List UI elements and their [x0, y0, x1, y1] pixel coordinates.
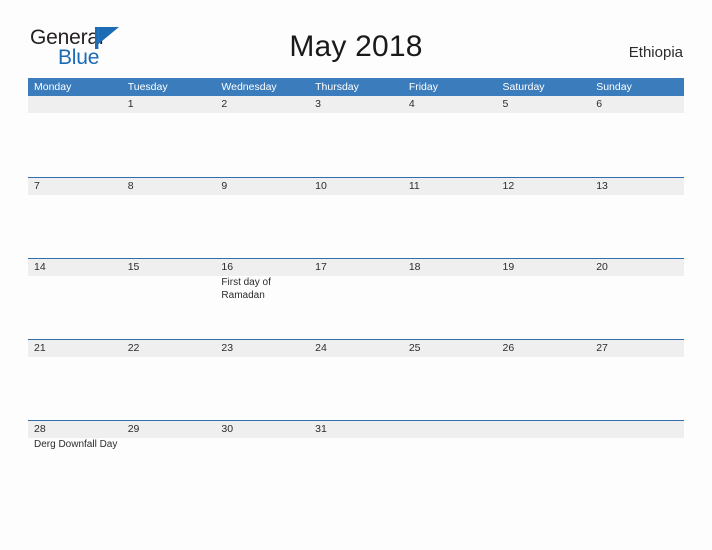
day-number: 12 [502, 180, 515, 192]
day-number: 5 [502, 98, 509, 110]
day-cell[interactable]: 11 [403, 178, 497, 258]
day-number: 10 [315, 180, 327, 192]
day-cell[interactable]: 5 [497, 96, 591, 177]
day-cell[interactable]: 7 [28, 178, 122, 258]
day-cell[interactable]: 2 [215, 96, 309, 177]
calendar-week-row: 1 2 3 4 5 6 [28, 96, 684, 177]
day-number: 29 [127, 423, 140, 435]
day-cell[interactable]: 19 [497, 259, 591, 339]
day-cell-empty [403, 421, 497, 501]
weekday-header-monday: Monday [34, 81, 72, 93]
calendar-week-row: 14 15 16 First day of Ramadan 17 18 19 20 [28, 258, 684, 339]
calendar-week-row: 21 22 23 24 25 26 27 [28, 339, 684, 420]
day-cell[interactable]: 1 [122, 96, 216, 177]
weekday-header-sunday: Sunday [596, 81, 632, 93]
day-cell[interactable]: 28 Derg Downfall Day [28, 421, 122, 501]
day-number: 3 [315, 98, 321, 110]
day-cell[interactable]: 31 [309, 421, 403, 501]
day-number: 20 [596, 261, 608, 273]
calendar-week-row: 7 8 9 10 11 12 13 [28, 177, 684, 258]
day-cell[interactable]: 12 [497, 178, 591, 258]
day-cell-group: 28 Derg Downfall Day 29 30 31 [28, 421, 684, 501]
day-number: 14 [34, 261, 46, 273]
country-label: Ethiopia [628, 44, 683, 61]
day-number: 27 [596, 342, 608, 354]
day-cell[interactable]: 16 First day of Ramadan [215, 259, 309, 339]
day-number: 18 [408, 261, 421, 273]
day-number: 21 [34, 342, 46, 354]
day-cell[interactable]: 27 [590, 340, 684, 420]
calendar-page: General Blue May 2018 Ethiopia Monday Tue… [0, 0, 712, 550]
day-number: 4 [408, 98, 415, 110]
day-cell-group: 21 22 23 24 25 26 27 [28, 340, 684, 420]
day-number: 15 [127, 261, 140, 273]
day-number: 11 [408, 180, 420, 192]
calendar-grid: Monday Tuesday Wednesday Thursday Friday Satu… [28, 78, 684, 501]
day-number: 26 [502, 342, 515, 354]
day-cell[interactable]: 6 [590, 96, 684, 177]
day-number: 30 [221, 423, 234, 435]
day-cell-empty [28, 96, 122, 177]
day-cell-group: 14 15 16 First day of Ramadan 17 18 19 20 [28, 259, 684, 339]
weekday-header-row: Monday Tuesday Wednesday Thursday Friday Satu… [28, 78, 684, 96]
calendar-week-row: 28 Derg Downfall Day 29 30 31 [28, 420, 684, 501]
weekday-header-friday: Friday [408, 81, 438, 93]
day-cell[interactable]: 9 [215, 178, 309, 258]
day-number: 23 [221, 342, 234, 354]
weekday-header-saturday: Saturday [502, 81, 545, 93]
day-cell-group: 7 8 9 10 11 12 13 [28, 178, 684, 258]
calendar-weeks: 1 2 3 4 5 6 7 8 9 10 11 12 13 14 15 16 First day of Ramad… [28, 96, 684, 501]
day-number: 6 [596, 98, 603, 110]
day-number: 24 [315, 342, 327, 354]
day-cell[interactable]: 15 [122, 259, 216, 339]
day-cell[interactable]: 3 [309, 96, 403, 177]
day-cell[interactable]: 10 [309, 178, 403, 258]
day-cell[interactable]: 26 [497, 340, 591, 420]
day-cell[interactable]: 22 [122, 340, 216, 420]
day-cell[interactable]: 18 [403, 259, 497, 339]
day-number: 1 [127, 98, 134, 110]
page-title: May 2018 [289, 30, 423, 63]
day-cell-empty [590, 421, 684, 501]
page-header: General Blue May 2018 Ethiopia [0, 0, 712, 76]
day-cell[interactable]: 24 [309, 340, 403, 420]
weekday-header-tuesday: Tuesday [127, 81, 168, 93]
day-cell[interactable]: 14 [28, 259, 122, 339]
weekday-header-thursday: Thursday [315, 81, 359, 93]
day-number: 25 [408, 342, 421, 354]
day-number: 13 [596, 180, 608, 192]
day-number: 31 [315, 423, 327, 435]
day-cell[interactable]: 4 [403, 96, 497, 177]
day-cell[interactable]: 29 [122, 421, 216, 501]
day-cell[interactable]: 23 [215, 340, 309, 420]
day-number: 9 [221, 180, 228, 192]
day-number: 8 [127, 180, 134, 192]
day-number: 17 [315, 261, 327, 273]
weekday-header-wednesday: Wednesday [221, 81, 277, 93]
day-cell[interactable]: 20 [590, 259, 684, 339]
day-number: 7 [34, 180, 40, 192]
day-number: 19 [502, 261, 515, 273]
day-cell[interactable]: 21 [28, 340, 122, 420]
day-cell[interactable]: 25 [403, 340, 497, 420]
day-cell-empty [497, 421, 591, 501]
day-cell[interactable]: 13 [590, 178, 684, 258]
day-number: 28 [34, 423, 46, 435]
day-cell[interactable]: 8 [122, 178, 216, 258]
day-cell-group: 1 2 3 4 5 6 [28, 96, 684, 177]
day-number: 2 [221, 98, 228, 110]
day-number: 22 [127, 342, 140, 354]
day-cell[interactable]: 30 [215, 421, 309, 501]
day-cell[interactable]: 17 [309, 259, 403, 339]
day-number: 16 [221, 261, 234, 273]
